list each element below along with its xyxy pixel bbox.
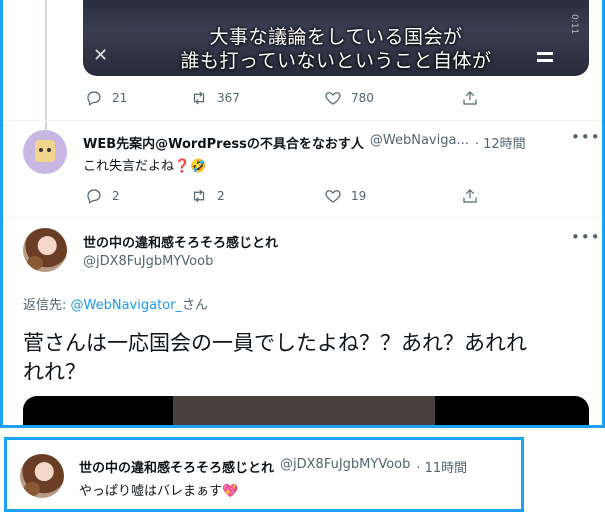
video-time-label: 0:11 — [569, 14, 579, 35]
like-button[interactable]: 780 — [324, 89, 461, 107]
thread-panel: 大事な議論をしている国会が 誰も打っていないということ自体が ✕ 0:11 21… — [0, 0, 605, 428]
reply-to-link[interactable]: @WebNavigator_ — [71, 298, 182, 313]
menu-icon[interactable] — [537, 52, 553, 62]
main-tweet-text-line2: れれ？ — [23, 360, 86, 384]
video-player[interactable] — [23, 396, 589, 425]
more-icon[interactable]: ••• — [571, 128, 601, 146]
video-player[interactable]: 大事な議論をしている国会が 誰も打っていないということ自体が ✕ 0:11 — [83, 0, 589, 76]
bottom-reply-header: 世の中の違和感そろそろ感じとれ @jDX8FuJgbMYVoob · 11時間 — [79, 457, 467, 476]
display-name[interactable]: 世の中の違和感そろそろ感じとれ — [83, 232, 278, 251]
heart-icon — [325, 92, 341, 105]
close-icon[interactable]: ✕ — [93, 45, 108, 66]
reply-context: 返信先: @WebNavigator_さん — [23, 294, 208, 313]
retweet-count: 367 — [217, 91, 240, 105]
timestamp[interactable]: · 12時間 — [475, 133, 526, 152]
reply1-actions: 2 2 19 — [85, 187, 479, 205]
reply-button[interactable]: 2 — [85, 187, 190, 205]
share-button[interactable] — [461, 187, 479, 205]
divider — [3, 120, 602, 121]
heart-icon — [325, 190, 341, 203]
video-subtitle-line1: 大事な議論をしている国会が — [209, 26, 463, 48]
share-button[interactable] — [461, 89, 479, 107]
handle[interactable]: @jDX8FuJgbMYVoob — [280, 457, 410, 476]
avatar[interactable] — [20, 454, 64, 498]
avatar[interactable] — [23, 130, 67, 174]
thread-line — [45, 0, 47, 130]
reply-prefix: 返信先: — [23, 298, 71, 313]
retweet-icon — [193, 189, 205, 203]
divider — [3, 217, 602, 218]
display-name[interactable]: WEB先案内@WordPressの不具合をなおす人 — [83, 133, 364, 152]
reply-button[interactable]: 21 — [85, 89, 190, 107]
like-count: 780 — [351, 91, 374, 105]
handle[interactable]: @WebNaviga... — [370, 133, 469, 152]
tweet-text: やっぱり嘘はバレまぁす💖 — [79, 484, 239, 499]
video-subtitle-line2: 誰も打っていないということ自体が — [180, 50, 492, 72]
avatar[interactable] — [23, 228, 67, 272]
display-name[interactable]: 世の中の違和感そろそろ感じとれ — [79, 457, 274, 476]
reply1-header: WEB先案内@WordPressの不具合をなおす人 @WebNaviga... … — [83, 133, 526, 152]
retweet-button[interactable]: 2 — [190, 187, 324, 205]
handle[interactable]: @jDX8FuJgbMYVoob — [83, 254, 213, 269]
timestamp[interactable]: · 11時間 — [416, 457, 467, 476]
reply-panel: 世の中の違和感そろそろ感じとれ @jDX8FuJgbMYVoob · 11時間 … — [4, 437, 524, 512]
more-icon[interactable]: ••• — [571, 228, 601, 246]
video-frame — [173, 396, 435, 425]
like-count: 19 — [351, 189, 367, 203]
retweet-count: 2 — [217, 189, 225, 203]
share-icon — [463, 189, 477, 203]
retweet-icon — [193, 91, 205, 105]
retweet-button[interactable]: 367 — [190, 89, 324, 107]
tweet1-actions: 21 367 780 — [85, 89, 479, 107]
tweet-text: これ失言だよね❓🤣 — [83, 159, 207, 174]
reply-icon — [87, 189, 101, 204]
reply-suffix: さん — [181, 298, 208, 313]
reply-count: 21 — [112, 91, 128, 105]
reply-count: 2 — [112, 189, 120, 203]
like-button[interactable]: 19 — [324, 187, 461, 205]
main-tweet-text-line1: 菅さんは一応国会の一員でしたよね？？あれ？あれれ — [23, 331, 527, 355]
reply-icon — [87, 91, 101, 106]
share-icon — [463, 91, 477, 105]
